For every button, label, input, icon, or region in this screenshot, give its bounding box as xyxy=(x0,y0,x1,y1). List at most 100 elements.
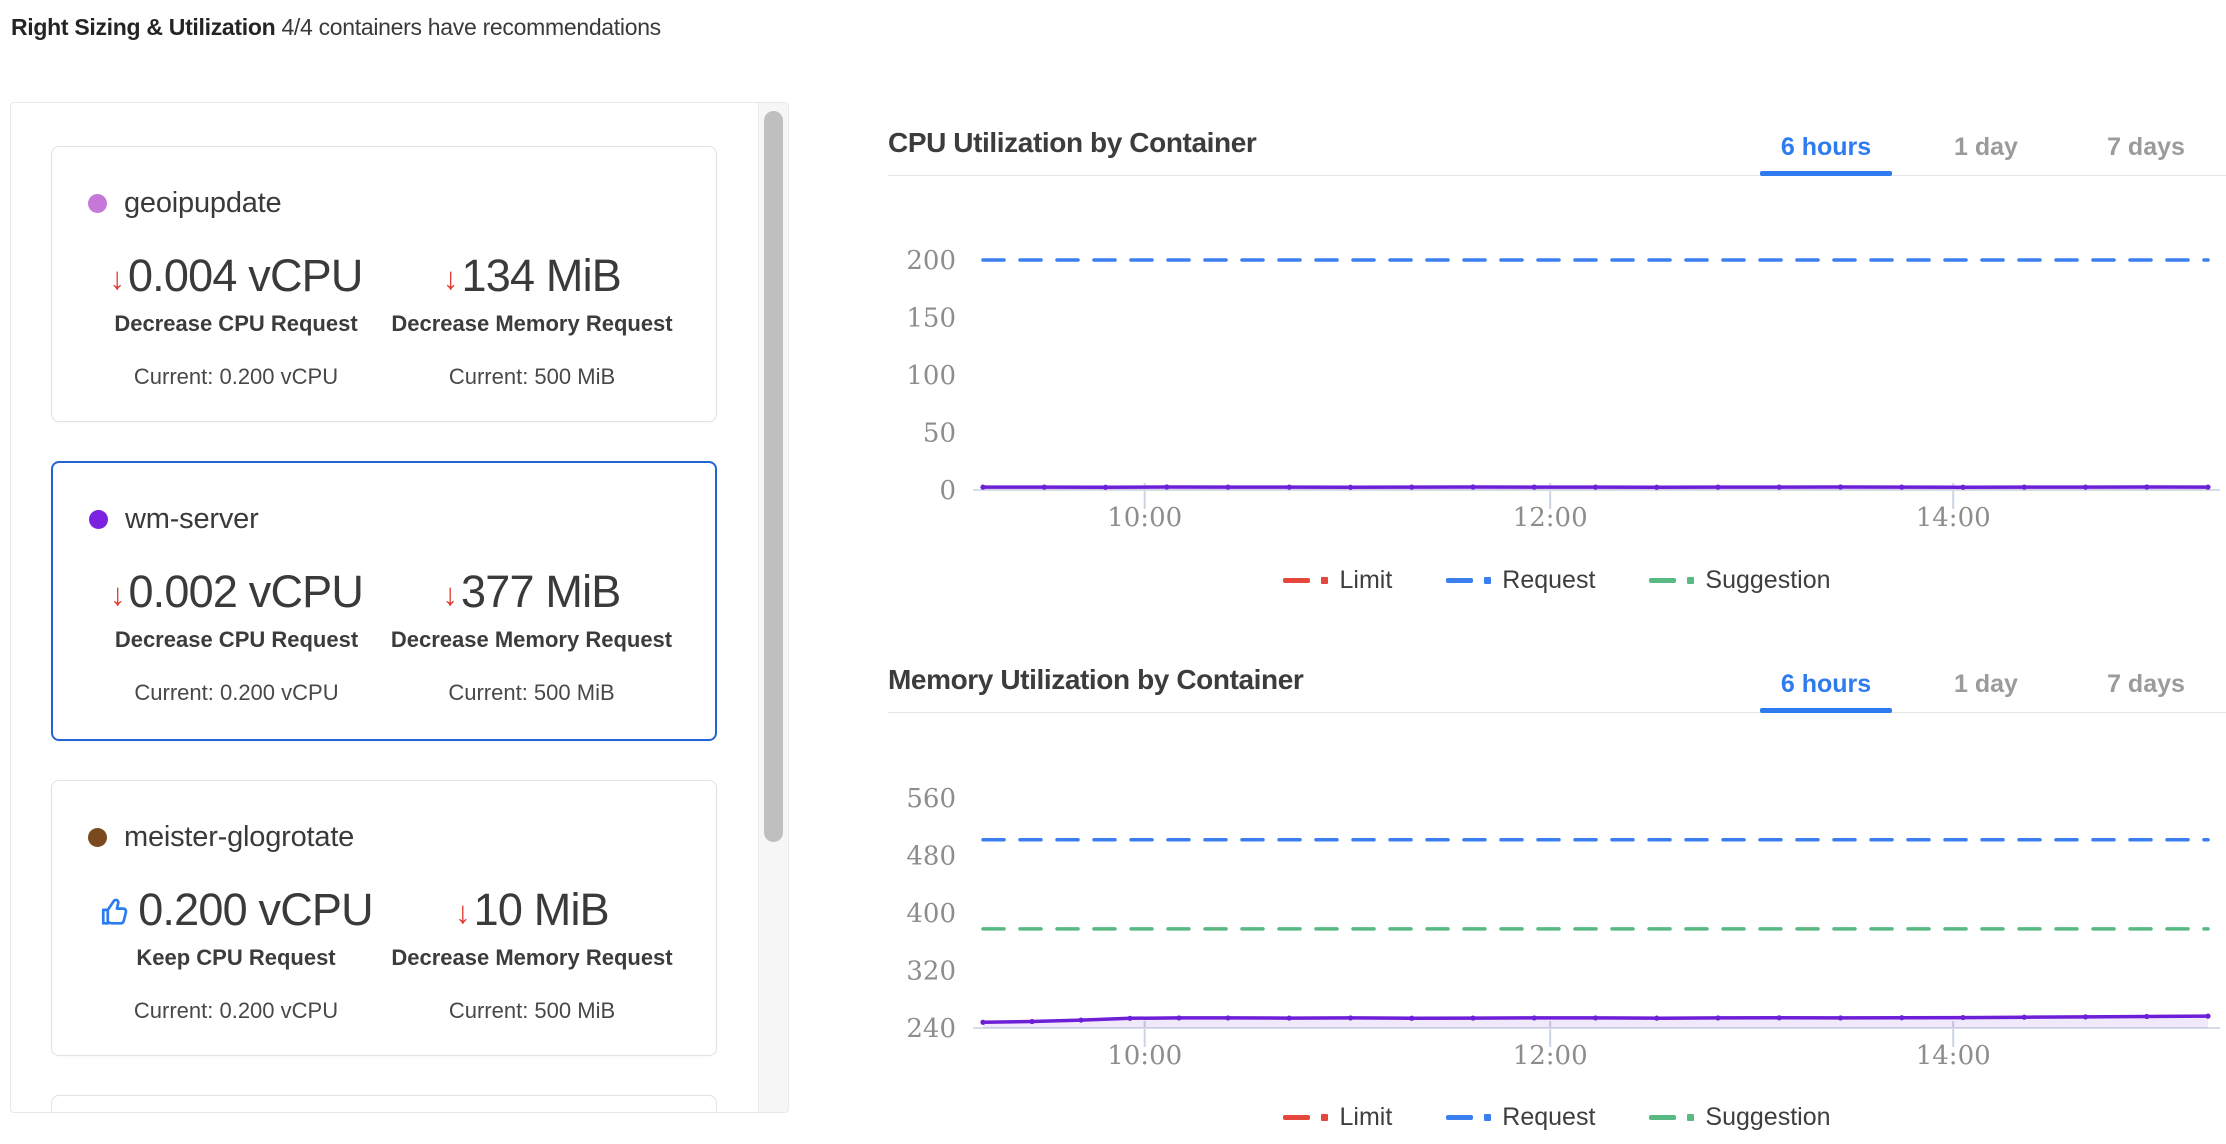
request-dot-swatch xyxy=(1484,1114,1491,1121)
request-line-swatch xyxy=(1446,578,1473,583)
cpu-action-label: Keep CPU Request xyxy=(136,945,335,971)
right-sizing-page: Right Sizing & Utilization 4/4 container… xyxy=(0,0,2226,1144)
suggestion-dot-swatch xyxy=(1687,1114,1694,1121)
usage-point xyxy=(980,1020,985,1025)
legend-item-suggestion[interactable]: Suggestion xyxy=(1649,566,1830,595)
usage-point xyxy=(1593,1015,1598,1020)
usage-point xyxy=(1287,485,1292,490)
cpu-range-tabs: 6 hours 1 day 7 days xyxy=(1746,119,2226,175)
scrollbar-thumb[interactable] xyxy=(764,111,783,842)
x-axis-tick: 14:00 xyxy=(1916,1041,1991,1071)
tab-label: 7 days xyxy=(2107,133,2185,162)
memory-value-row: ↓ 10 MiB xyxy=(455,884,609,936)
cpu-current-label: Current: 0.200 vCPU xyxy=(134,364,338,390)
cpu-value-row: ↓ 0.002 vCPU xyxy=(110,566,363,618)
cpu-value-row: ↓ 0.004 vCPU xyxy=(109,250,362,302)
suggestion-line-swatch xyxy=(1649,578,1676,583)
usage-point xyxy=(1409,485,1414,490)
series-color-dot xyxy=(88,828,107,847)
legend-item-limit[interactable]: Limit xyxy=(1283,566,1392,595)
usage-point xyxy=(2083,1014,2088,1019)
y-axis-tick: 320 xyxy=(906,957,956,987)
usage-point xyxy=(2205,485,2210,490)
legend-item-limit[interactable]: Limit xyxy=(1283,1103,1392,1132)
usage-point xyxy=(1838,1015,1843,1020)
legend-item-request[interactable]: Request xyxy=(1446,566,1595,595)
usage-point xyxy=(1042,485,1047,490)
usage-point xyxy=(1127,1016,1132,1021)
usage-point xyxy=(1960,485,1965,490)
usage-point xyxy=(2022,1015,2027,1020)
memory-current-label: Current: 500 MiB xyxy=(448,680,614,706)
usage-point xyxy=(1029,1019,1034,1024)
limit-dot-swatch xyxy=(1321,1114,1328,1121)
y-axis-tick: 560 xyxy=(906,784,956,814)
y-axis-tick: 400 xyxy=(906,899,956,929)
usage-point xyxy=(1838,484,1843,489)
usage-point xyxy=(1164,484,1169,489)
usage-point xyxy=(1777,485,1782,490)
tab-1-day[interactable]: 1 day xyxy=(1906,119,2066,175)
legend-label: Limit xyxy=(1339,566,1392,595)
cpu-chart-title: CPU Utilization by Container xyxy=(888,127,1256,159)
usage-point xyxy=(1078,1017,1083,1022)
usage-point xyxy=(1715,485,1720,490)
container-list-panel: geoipupdate ↓ 0.004 vCPU Decrease CPU Re… xyxy=(10,102,789,1113)
memory-recommended-value: 134 MiB xyxy=(462,250,621,302)
memory-recommended-value: 377 MiB xyxy=(461,566,620,618)
cpu-recommended-value: 0.200 vCPU xyxy=(138,884,373,936)
tab-1-day[interactable]: 1 day xyxy=(1906,656,2066,712)
container-cards: geoipupdate ↓ 0.004 vCPU Decrease CPU Re… xyxy=(11,103,757,1112)
y-axis-tick: 240 xyxy=(906,1014,956,1044)
memory-metric: ↓ 377 MiB Decrease Memory Request Curren… xyxy=(384,566,679,706)
usage-point xyxy=(2205,1014,2210,1019)
usage-point xyxy=(1470,1015,1475,1020)
usage-point xyxy=(1593,485,1598,490)
memory-range-tabs: 6 hours 1 day 7 days xyxy=(1746,656,2226,712)
usage-point xyxy=(1225,485,1230,490)
scrollbar-track[interactable] xyxy=(758,103,788,1112)
usage-point xyxy=(1287,1015,1292,1020)
usage-point xyxy=(1348,485,1353,490)
container-card-wm-server[interactable]: wm-server ↓ 0.002 vCPU Decrease CPU Requ… xyxy=(51,461,717,741)
tab-7-days[interactable]: 7 days xyxy=(2066,119,2226,175)
x-axis-tick: 14:00 xyxy=(1916,503,1991,533)
memory-utilization-chart[interactable]: 24032040048056010:0012:0014:00 xyxy=(888,768,2226,1078)
tab-6-hours[interactable]: 6 hours xyxy=(1746,119,1906,175)
usage-point xyxy=(1470,484,1475,489)
arrow-down-icon: ↓ xyxy=(443,261,459,297)
tab-label: 6 hours xyxy=(1781,133,1871,162)
arrow-down-icon: ↓ xyxy=(443,577,459,613)
usage-point xyxy=(2083,485,2088,490)
limit-line-swatch xyxy=(1283,578,1310,583)
usage-point xyxy=(1715,1015,1720,1020)
x-axis-tick: 12:00 xyxy=(1513,503,1588,533)
memory-metric: ↓ 10 MiB Decrease Memory Request Current… xyxy=(384,884,680,1024)
legend-item-request[interactable]: Request xyxy=(1446,1103,1595,1132)
legend-item-suggestion[interactable]: Suggestion xyxy=(1649,1103,1830,1132)
tab-6-hours[interactable]: 6 hours xyxy=(1746,656,1906,712)
memory-action-label: Decrease Memory Request xyxy=(391,945,672,971)
container-card-meister-glogrotate[interactable]: meister-glogrotate 0.200 vCPU Keep CPU R… xyxy=(51,780,717,1056)
memory-chart-legend: Limit Request Suggestion xyxy=(888,1103,2226,1132)
thumbs-up-icon xyxy=(99,895,133,929)
legend-label: Request xyxy=(1502,566,1595,595)
tab-label: 1 day xyxy=(1954,133,2018,162)
memory-action-label: Decrease Memory Request xyxy=(391,627,672,653)
cpu-utilization-chart[interactable]: 05010015020010:0012:0014:00 xyxy=(888,230,2226,542)
container-name: wm-server xyxy=(125,503,259,536)
usage-point xyxy=(980,485,985,490)
usage-point xyxy=(1960,1015,1965,1020)
usage-point xyxy=(1225,1015,1230,1020)
cpu-section-header: CPU Utilization by Container 6 hours 1 d… xyxy=(888,110,2226,176)
usage-point xyxy=(1532,1015,1537,1020)
y-axis-tick: 100 xyxy=(906,361,956,391)
active-tab-underline xyxy=(1760,171,1892,176)
tab-label: 1 day xyxy=(1954,670,2018,699)
tab-label: 7 days xyxy=(2107,670,2185,699)
container-card-partial[interactable] xyxy=(51,1095,717,1113)
tab-7-days[interactable]: 7 days xyxy=(2066,656,2226,712)
usage-point xyxy=(1103,485,1108,490)
container-card-geoipupdate[interactable]: geoipupdate ↓ 0.004 vCPU Decrease CPU Re… xyxy=(51,146,717,422)
cpu-current-label: Current: 0.200 vCPU xyxy=(134,680,338,706)
